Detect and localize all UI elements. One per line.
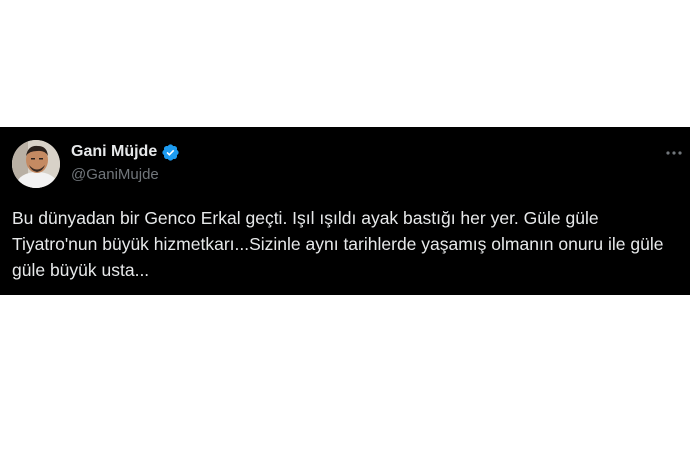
author-handle[interactable]: @GaniMujde: [71, 165, 159, 185]
author-name-row: Gani Müjde: [71, 142, 180, 162]
more-horizontal-icon[interactable]: [664, 143, 684, 163]
author-avatar[interactable]: [12, 140, 60, 188]
verified-badge-icon: [161, 143, 180, 162]
avatar-image: [12, 140, 60, 188]
tweet-card[interactable]: Gani Müjde @GaniMujde Bu dünyadan bir Ge…: [0, 127, 690, 295]
tweet-text: Bu dünyadan bir Genco Erkal geçti. Işıl …: [12, 208, 664, 280]
author-display-name[interactable]: Gani Müjde: [71, 142, 157, 162]
